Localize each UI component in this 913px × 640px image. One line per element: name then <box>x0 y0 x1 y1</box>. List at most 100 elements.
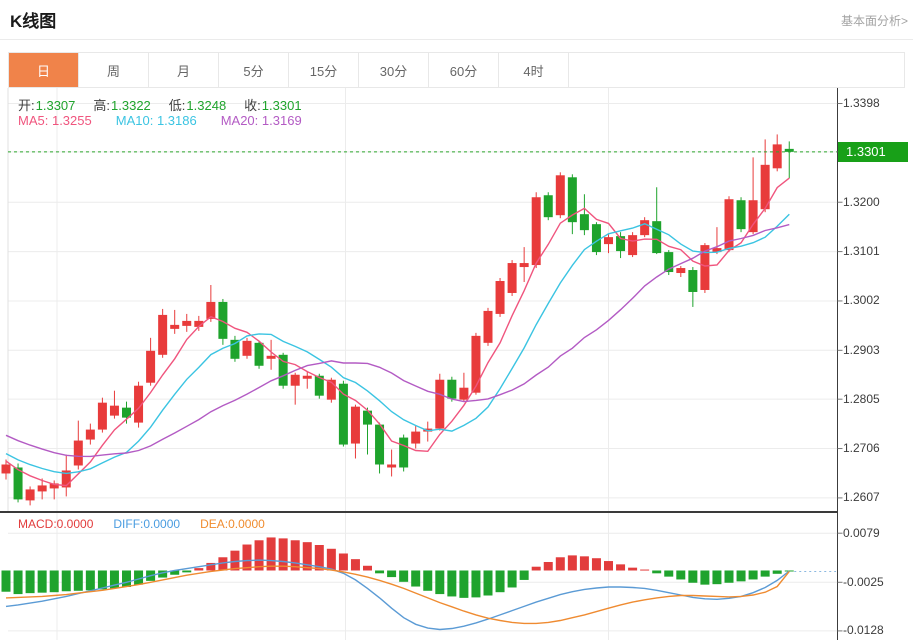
fundamental-analysis-link[interactable]: 基本面分析> <box>841 12 908 29</box>
macd-hist-bar <box>375 570 384 573</box>
low-pair: 低:1.3248 <box>169 95 226 114</box>
dea-pair: DEA:0.0000 <box>200 517 265 531</box>
macd-pair: MACD:0.0000 <box>18 517 93 531</box>
macd-y-axis-label: -0.0025 <box>843 575 884 590</box>
candle-body <box>496 281 505 314</box>
diff-pair: DIFF:0.0000 <box>113 517 180 531</box>
ma10-label: MA10: <box>116 113 154 128</box>
candle-body <box>146 351 155 383</box>
macd-hist-bar <box>688 570 697 582</box>
candle-body <box>471 336 480 393</box>
candle-body <box>26 489 35 500</box>
macd-hist-bar <box>38 570 47 592</box>
macd-y-axis-label: -0.0128 <box>843 623 884 638</box>
diff-label: DIFF: <box>113 517 143 531</box>
macd-hist-bar <box>387 570 396 577</box>
y-axis-label: 1.2607 <box>843 490 880 505</box>
macd-y-axis-label: 0.0079 <box>843 526 880 541</box>
tab-5分[interactable]: 5分 <box>219 53 289 87</box>
macd-hist-bar <box>773 570 782 573</box>
tab-月[interactable]: 月 <box>149 53 219 87</box>
candle-body <box>435 380 444 429</box>
main-candlestick-chart[interactable] <box>0 88 913 513</box>
ma5-line <box>6 178 789 486</box>
ma20-value: 1.3169 <box>262 113 302 128</box>
macd-label: MACD: <box>18 517 57 531</box>
y-axis-label: 1.3200 <box>843 195 880 210</box>
candle-body <box>399 438 408 468</box>
kline-page: K线图 基本面分析> 日周月5分15分30分60分4时 开:1.3307 高:1… <box>0 0 913 640</box>
ma-legend: MA5: 1.3255 MA10: 1.3186 MA20: 1.3169 <box>18 113 302 128</box>
candle-body <box>532 197 541 265</box>
macd-hist-bar <box>628 568 637 571</box>
candle-body <box>170 325 179 329</box>
tab-4时[interactable]: 4时 <box>499 53 569 87</box>
high-label: 高: <box>93 98 110 113</box>
macd-hist-bar <box>616 564 625 570</box>
candle-body <box>737 200 746 229</box>
candle-body <box>255 343 264 366</box>
macd-hist-bar <box>363 566 372 571</box>
ma5-label: MA5: <box>18 113 48 128</box>
candle-body <box>580 214 589 230</box>
macd-hist-bar <box>604 561 613 570</box>
macd-hist-bar <box>676 570 685 579</box>
tab-60分[interactable]: 60分 <box>429 53 499 87</box>
ma20-pair: MA20: 1.3169 <box>221 113 302 128</box>
macd-hist-bar <box>2 570 11 591</box>
macd-hist-bar <box>664 570 673 576</box>
macd-hist-bar <box>592 558 601 570</box>
macd-hist-bar <box>532 567 541 571</box>
macd-hist-bar <box>761 570 770 576</box>
macd-hist-bar <box>700 570 709 584</box>
macd-hist-bar <box>640 570 649 571</box>
high-value: 1.3322 <box>111 98 151 113</box>
candle-body <box>38 485 47 491</box>
candle-body <box>520 263 529 267</box>
macd-hist-bar <box>62 570 71 591</box>
candle-body <box>110 406 119 416</box>
candle-body <box>411 432 420 444</box>
candle-body <box>375 425 384 465</box>
macd-hist-bar <box>351 559 360 570</box>
candle-body <box>339 384 348 445</box>
candle-body <box>640 220 649 235</box>
macd-indicator-chart[interactable] <box>0 513 913 640</box>
macd-hist-bar <box>194 568 203 570</box>
macd-hist-bar <box>26 570 35 593</box>
low-value: 1.3248 <box>186 98 226 113</box>
tab-日[interactable]: 日 <box>9 53 79 87</box>
macd-hist-bar <box>580 556 589 570</box>
candle-body <box>243 341 252 356</box>
macd-legend: MACD:0.0000 DIFF:0.0000 DEA:0.0000 <box>18 517 265 531</box>
open-value: 1.3307 <box>36 98 76 113</box>
page-title: K线图 <box>10 7 56 32</box>
tab-周[interactable]: 周 <box>79 53 149 87</box>
macd-hist-bar <box>725 570 734 582</box>
y-axis-label: 1.2706 <box>843 441 880 456</box>
macd-hist-bar <box>471 570 480 597</box>
candle-body <box>291 375 300 386</box>
tab-15分[interactable]: 15分 <box>289 53 359 87</box>
period-tabbar: 日周月5分15分30分60分4时 <box>8 52 905 88</box>
macd-hist-bar <box>339 553 348 570</box>
candle-body <box>230 340 239 359</box>
tab-30分[interactable]: 30分 <box>359 53 429 87</box>
candle-body <box>74 441 83 466</box>
candle-body <box>773 144 782 168</box>
current-price-tag: 1.3301 <box>838 142 908 162</box>
close-pair: 收:1.3301 <box>244 95 301 114</box>
candle-body <box>749 200 758 232</box>
macd-hist-bar <box>544 562 553 570</box>
candle-body <box>351 407 360 444</box>
diff-value: 0.0000 <box>143 517 180 531</box>
macd-hist-bar <box>435 570 444 594</box>
macd-hist-bar <box>520 570 529 579</box>
candle-body <box>182 321 191 326</box>
macd-hist-bar <box>74 570 83 590</box>
macd-hist-bar <box>411 570 420 586</box>
macd-hist-bar <box>327 549 336 571</box>
y-axis-label: 1.2805 <box>843 392 880 407</box>
macd-hist-bar <box>447 570 456 596</box>
macd-hist-bar <box>484 570 493 595</box>
